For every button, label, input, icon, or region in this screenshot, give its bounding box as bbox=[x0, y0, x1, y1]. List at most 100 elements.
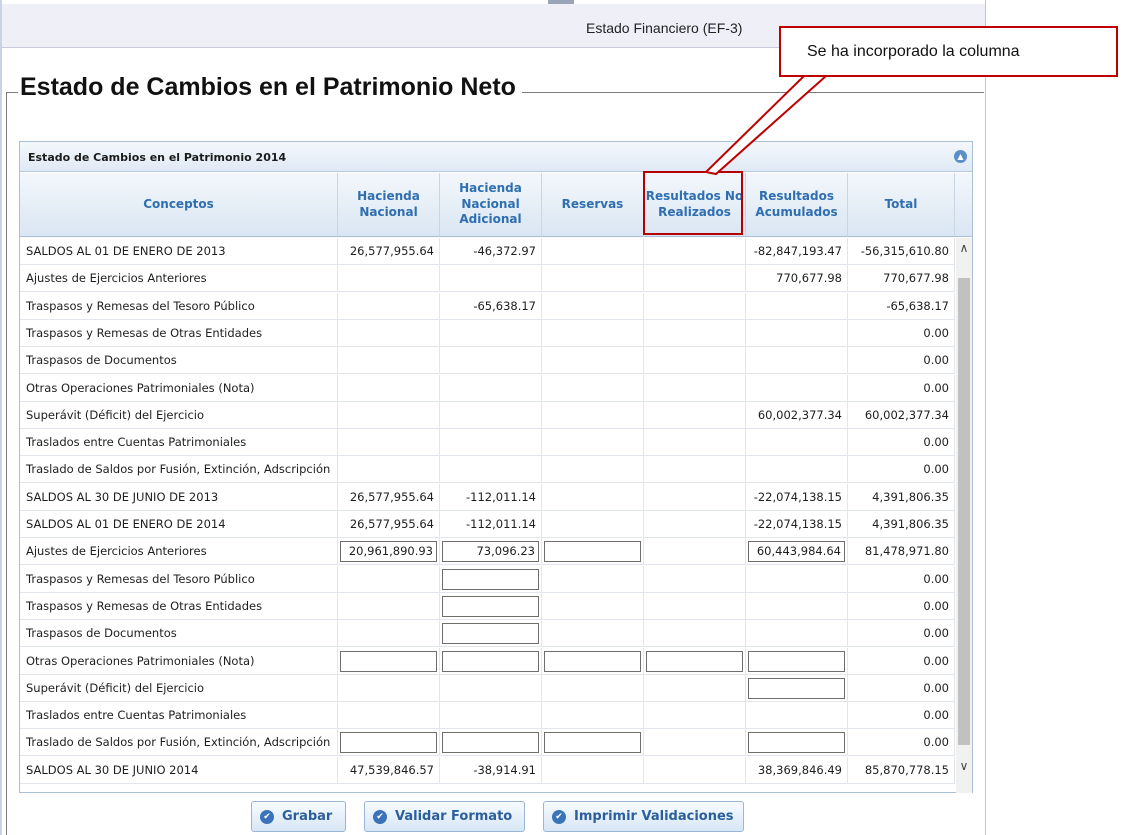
value-cell bbox=[746, 319, 848, 347]
value-input[interactable] bbox=[442, 650, 539, 672]
row-label: Traslado de Saldos por Fusión, Extinción… bbox=[20, 456, 338, 484]
value-cell bbox=[440, 702, 542, 730]
value-cell bbox=[746, 429, 848, 457]
grabar-button[interactable]: ✔ Grabar bbox=[251, 801, 346, 832]
row-label: SALDOS AL 30 DE JUNIO 2014 bbox=[20, 756, 338, 784]
value-cell: 73,096.23 bbox=[440, 538, 542, 566]
panel-title: Estado de Cambios en el Patrimonio 2014 bbox=[28, 151, 287, 164]
imprimir-validaciones-button[interactable]: ✔ Imprimir Validaciones bbox=[543, 801, 744, 832]
value-cell bbox=[644, 592, 746, 620]
value-cell bbox=[644, 538, 746, 566]
value-cell bbox=[542, 456, 644, 484]
value-input[interactable] bbox=[340, 732, 437, 754]
collapse-icon[interactable]: ▲ bbox=[954, 150, 967, 163]
value-cell bbox=[746, 729, 848, 757]
total-cell: 0.00 bbox=[848, 456, 955, 484]
row-label: Superávit (Déficit) del Ejercicio bbox=[20, 401, 338, 429]
value-cell: 26,577,955.64 bbox=[338, 238, 440, 265]
header-resultados-acumulados: Resultados Acumulados bbox=[746, 173, 848, 237]
total-cell: -56,315,610.80 bbox=[848, 238, 955, 265]
value-cell bbox=[440, 319, 542, 347]
value-cell bbox=[644, 483, 746, 511]
annotation-callout: Se ha incorporado la columna bbox=[779, 26, 1118, 77]
value-input[interactable] bbox=[646, 650, 743, 672]
value-input[interactable] bbox=[544, 541, 641, 563]
value-cell bbox=[542, 429, 644, 457]
table-scrollbar[interactable]: ∧ ∨ bbox=[956, 238, 972, 793]
value-cell bbox=[440, 674, 542, 702]
value-cell bbox=[542, 565, 644, 593]
value-cell bbox=[644, 238, 746, 265]
value-cell bbox=[542, 620, 644, 648]
value-input[interactable] bbox=[544, 732, 641, 754]
value-cell bbox=[644, 456, 746, 484]
value-cell bbox=[542, 265, 644, 293]
table-row: Traspasos y Remesas de Otras Entidades 0.… bbox=[20, 319, 955, 347]
table-row: Traspasos y Remesas del Tesoro Público -6… bbox=[20, 292, 955, 320]
scroll-down-icon[interactable]: ∨ bbox=[956, 758, 972, 774]
value-cell: 60,443,984.64 bbox=[746, 538, 848, 566]
value-input[interactable]: 73,096.23 bbox=[442, 541, 539, 563]
table-row: Traslado de Saldos por Fusión, Extinción… bbox=[20, 729, 955, 757]
fieldset-border-left bbox=[6, 92, 18, 93]
value-cell: 26,577,955.64 bbox=[338, 511, 440, 538]
value-input[interactable] bbox=[748, 732, 845, 754]
value-cell bbox=[440, 565, 542, 593]
table-row: Superávit (Déficit) del Ejercicio 60,002,… bbox=[20, 401, 955, 429]
value-cell bbox=[644, 265, 746, 293]
value-cell bbox=[338, 620, 440, 648]
header-hacienda-nacional: Hacienda Nacional bbox=[338, 173, 440, 237]
row-label: Traspasos y Remesas de Otras Entidades bbox=[20, 592, 338, 620]
row-label: Traspasos de Documentos bbox=[20, 620, 338, 648]
value-cell bbox=[338, 647, 440, 675]
total-cell: 0.00 bbox=[848, 702, 955, 730]
value-cell bbox=[338, 347, 440, 375]
value-cell bbox=[440, 647, 542, 675]
check-icon: ✔ bbox=[260, 809, 274, 824]
table-row: Otras Operaciones Patrimoniales (Nota) 0.… bbox=[20, 647, 955, 675]
table-row: SALDOS AL 30 DE JUNIO 2014 47,539,846.57-… bbox=[20, 756, 955, 784]
total-cell: 770,677.98 bbox=[848, 265, 955, 293]
value-input[interactable] bbox=[340, 650, 437, 672]
value-input[interactable] bbox=[748, 650, 845, 672]
value-cell: -112,011.14 bbox=[440, 511, 542, 538]
table-row: Traslados entre Cuentas Patrimoniales 0.0… bbox=[20, 702, 955, 730]
highlight-box bbox=[643, 171, 743, 235]
value-input[interactable] bbox=[442, 568, 539, 590]
header-hacienda-nacional-adicional: Hacienda Nacional Adicional bbox=[440, 173, 542, 237]
value-cell: -112,011.14 bbox=[440, 483, 542, 511]
value-input[interactable] bbox=[442, 595, 539, 617]
value-input[interactable]: 60,443,984.64 bbox=[748, 541, 845, 563]
scroll-up-icon[interactable]: ∧ bbox=[956, 240, 972, 256]
value-cell: 38,369,846.49 bbox=[746, 756, 848, 784]
value-cell bbox=[644, 620, 746, 648]
value-input[interactable] bbox=[544, 650, 641, 672]
imprimir-validaciones-label: Imprimir Validaciones bbox=[574, 809, 734, 824]
table-row: SALDOS AL 30 DE JUNIO DE 2013 26,577,955.… bbox=[20, 483, 955, 511]
value-cell bbox=[746, 702, 848, 730]
table-row: SALDOS AL 01 DE ENERO DE 2013 26,577,955.… bbox=[20, 238, 955, 265]
scrollbar-thumb[interactable] bbox=[958, 278, 970, 745]
value-input[interactable] bbox=[442, 732, 539, 754]
value-cell bbox=[440, 592, 542, 620]
total-cell: 0.00 bbox=[848, 374, 955, 402]
value-cell bbox=[338, 292, 440, 320]
total-cell: 0.00 bbox=[848, 592, 955, 620]
row-label: Traspasos y Remesas del Tesoro Público bbox=[20, 565, 338, 593]
value-cell bbox=[644, 319, 746, 347]
value-cell bbox=[644, 511, 746, 538]
value-cell bbox=[746, 592, 848, 620]
table-row: Traspasos y Remesas de Otras Entidades 0.… bbox=[20, 592, 955, 620]
value-input[interactable] bbox=[748, 677, 845, 699]
value-input[interactable]: 20,961,890.93 bbox=[340, 541, 437, 563]
total-cell: 0.00 bbox=[848, 347, 955, 375]
value-input[interactable] bbox=[442, 623, 539, 645]
total-cell: 0.00 bbox=[848, 429, 955, 457]
header-total: Total bbox=[848, 173, 955, 237]
value-cell bbox=[542, 319, 644, 347]
validar-formato-button[interactable]: ✔ Validar Formato bbox=[364, 801, 525, 832]
total-cell: 81,478,971.80 bbox=[848, 538, 955, 566]
header-reservas: Reservas bbox=[542, 173, 644, 237]
value-cell bbox=[440, 729, 542, 757]
value-cell bbox=[644, 756, 746, 784]
